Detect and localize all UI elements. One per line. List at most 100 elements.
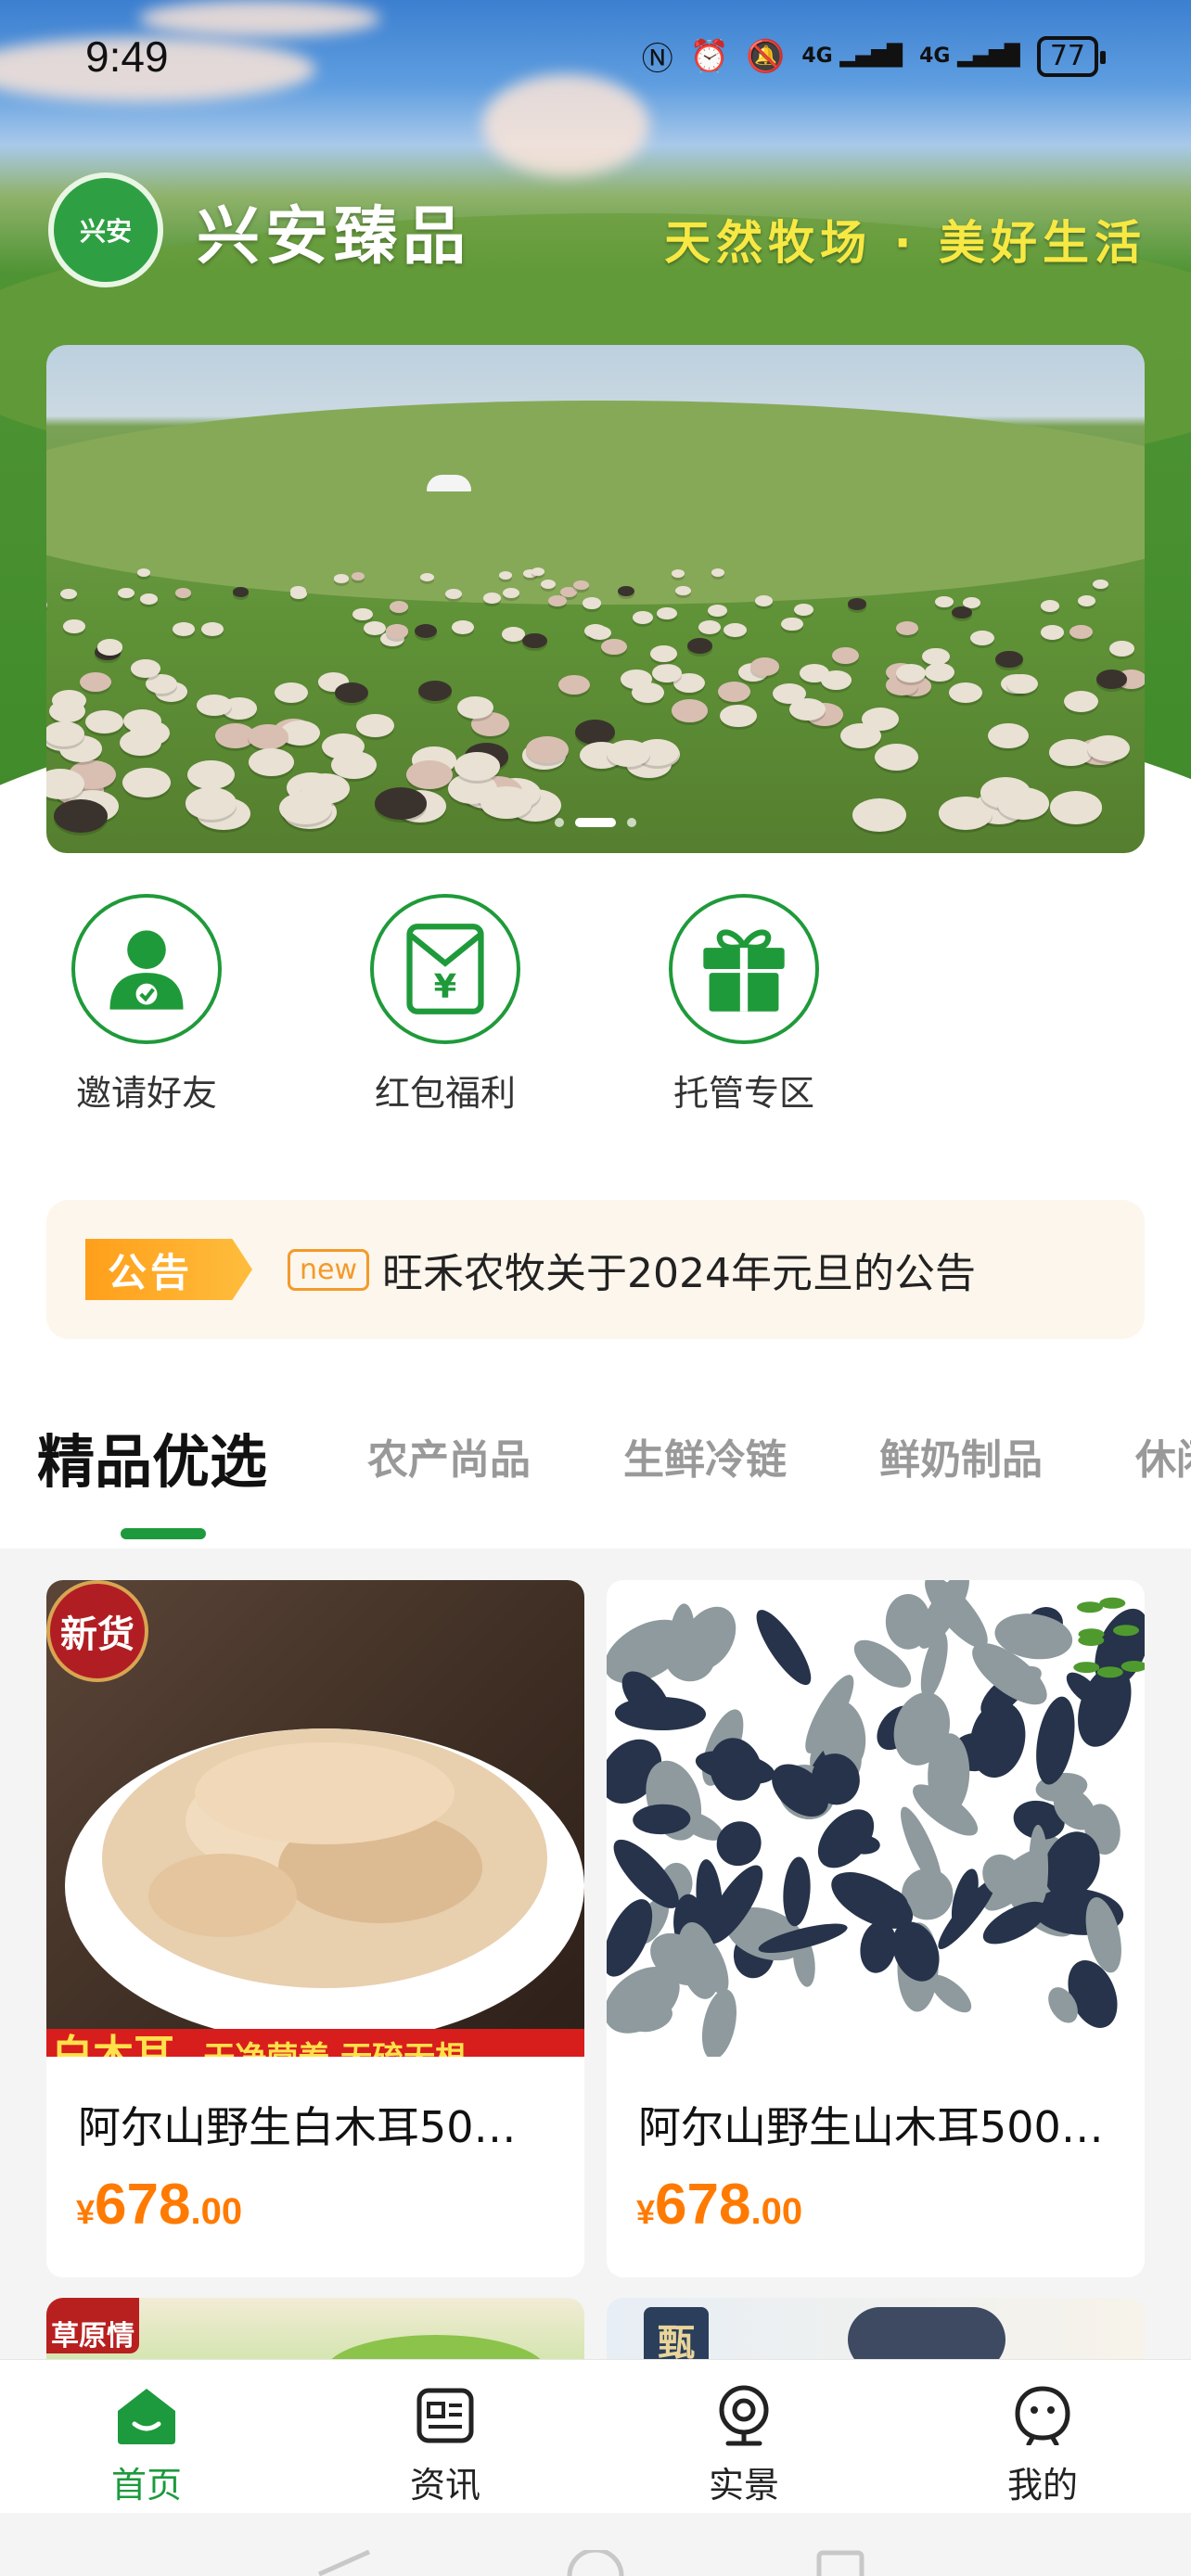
sheep-decoration (480, 786, 532, 819)
product-price: ¥678.00 (76, 2173, 243, 2237)
product-card[interactable]: 阿尔山野生山木耳500… ¥678.00 (607, 1580, 1145, 2277)
sheep-decoration (548, 594, 567, 606)
sheep-decoration (136, 567, 150, 577)
nav-label: 实景 (708, 2465, 779, 2506)
system-recents-icon[interactable] (816, 2550, 864, 2576)
nfc-icon: Ⓝ (641, 41, 673, 78)
sheep-decoration (587, 625, 611, 641)
sheep-decoration (289, 588, 307, 599)
quick-entry-label: 红包福利 (374, 1073, 516, 1114)
signal-icon: 4G ▂▄▆█ (801, 44, 903, 68)
sheep-decoration (418, 681, 452, 702)
sheep-decoration (1063, 691, 1099, 713)
sheep-decoration (847, 598, 866, 610)
tab-featured[interactable]: 精品优选 (37, 1415, 267, 1498)
sheep-decoration (852, 797, 906, 832)
sheep-decoration (674, 585, 692, 596)
gift-icon (669, 894, 819, 1044)
sheep-decoration (531, 567, 544, 576)
sheep-decoration (59, 589, 77, 600)
sheep-decoration (711, 567, 725, 577)
product-card[interactable]: 新货 白木耳 干净营养 无硫无根 阿尔山野生白木耳50… ¥678.00 (46, 1580, 584, 2277)
sheep-decoration (117, 588, 134, 599)
sheep-decoration (832, 647, 860, 665)
sheep-decoration (952, 606, 972, 619)
banner-sheep-flock (46, 567, 1145, 853)
sheep-decoration (557, 674, 591, 695)
sheep-decoration (935, 595, 954, 608)
sheep-decoration (335, 682, 368, 703)
status-icons: Ⓝ ⏰ 🔕 4G ▂▄▆█ 4G ▂▄▆█ 77 (641, 33, 1107, 79)
sheep-decoration (131, 659, 160, 678)
sheep-decoration (600, 639, 627, 656)
tab-fresh-cold-chain[interactable]: 生鲜冷链 (623, 1426, 787, 1486)
sheep-decoration (196, 694, 232, 717)
sheep-decoration (650, 644, 678, 662)
sheep-decoration (46, 599, 48, 611)
brand-logo: 兴安 (48, 172, 163, 287)
banner-carousel[interactable] (46, 345, 1145, 853)
nav-live-view[interactable]: 实景 (651, 2380, 837, 2507)
sheep-decoration (922, 647, 950, 665)
quick-entry-invite-friends[interactable]: 邀请好友 (54, 894, 239, 1116)
sheep-decoration (85, 709, 124, 733)
new-badge: new (288, 1248, 370, 1291)
slogan: 天然牧场 · 美好生活 (664, 216, 1146, 270)
sheep-decoration (781, 617, 803, 631)
fungus-piece (1036, 1696, 1075, 1785)
leaf-decoration (1076, 1601, 1103, 1613)
sheep-decoration (672, 699, 709, 722)
sheep-decoration (498, 571, 513, 580)
sheep-decoration (351, 571, 365, 580)
sheep-decoration (874, 743, 919, 771)
sheep-decoration (575, 720, 616, 745)
sheep-decoration (1095, 670, 1128, 689)
sheep-decoration (749, 657, 779, 676)
notice-bar[interactable]: 公告 new 旺禾农牧关于2024年元旦的公告 (46, 1200, 1145, 1339)
sheep-decoration (724, 623, 747, 638)
sheep-decoration (789, 697, 826, 721)
sheep-decoration (1069, 625, 1094, 640)
sheep-decoration (925, 663, 955, 682)
product-promo-banner: 白木耳 干净营养 无硫无根 (46, 2029, 584, 2057)
category-tabs: 精品优选 农产尚品 生鲜冷链 鲜奶制品 休闲 (0, 1363, 1191, 1549)
sheep-decoration (62, 618, 85, 633)
nav-profile[interactable]: 我的 (950, 2380, 1135, 2507)
sheep-decoration (445, 588, 463, 600)
nav-label: 资讯 (409, 2465, 480, 2506)
product-card-peek[interactable]: 甄 (607, 2298, 1145, 2359)
battery-icon: 77 (1036, 35, 1107, 77)
sheep-decoration (631, 682, 665, 704)
nav-news[interactable]: 资讯 (352, 2380, 538, 2507)
sheep-decoration (80, 671, 112, 692)
nav-label: 我的 (1006, 2465, 1078, 2506)
notice-tag: 公告 (85, 1239, 252, 1300)
sheep-decoration (185, 787, 237, 820)
nav-label: 首页 (110, 2465, 182, 2506)
system-back-icon[interactable] (315, 2550, 371, 2576)
quick-entry-red-envelope[interactable]: ¥ 红包福利 (352, 894, 538, 1116)
sheep-decoration (247, 724, 288, 750)
quick-entries: 邀请好友 ¥ 红包福利 托管专区 (0, 853, 1191, 1141)
leaf-decoration (1113, 1625, 1140, 1637)
status-time: 9:49 (85, 32, 169, 81)
tab-farm-products[interactable]: 农产尚品 (367, 1426, 531, 1486)
fungus-piece (756, 1610, 812, 1686)
sheep-decoration (482, 593, 501, 604)
sheep-decoration (385, 624, 409, 639)
system-home-icon[interactable] (566, 2550, 625, 2576)
bottom-nav: 首页 资讯 实景 我的 (0, 2359, 1191, 2513)
product-card-peek[interactable]: 草原情 (46, 2298, 584, 2359)
nav-home[interactable]: 首页 (54, 2380, 239, 2507)
quick-entry-custody-zone[interactable]: 托管专区 (651, 894, 837, 1116)
sheep-decoration (657, 606, 677, 619)
tab-snacks[interactable]: 休闲 (1135, 1426, 1191, 1486)
sheep-decoration (1108, 640, 1135, 657)
sheep-decoration (279, 792, 332, 825)
carousel-indicator (555, 818, 636, 827)
tab-dairy[interactable]: 鲜奶制品 (879, 1426, 1043, 1486)
product-price: ¥678.00 (636, 2173, 803, 2237)
brand: 兴安 兴安臻品 (48, 172, 471, 287)
sheep-decoration (503, 588, 519, 599)
sheep-decoration (1049, 791, 1103, 824)
